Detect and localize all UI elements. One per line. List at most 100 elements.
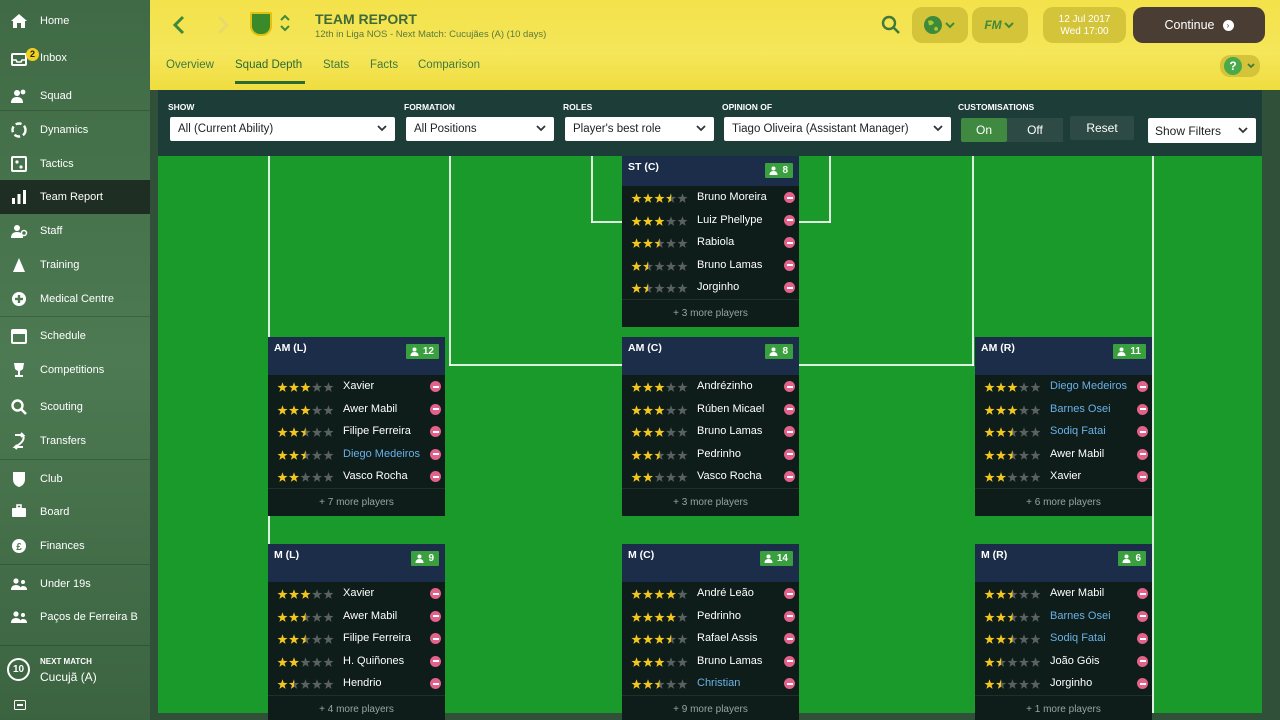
- remove-icon[interactable]: [784, 448, 795, 460]
- remove-icon[interactable]: [430, 381, 441, 392]
- sidebar-item-under-19s[interactable]: Under 19s: [0, 567, 150, 601]
- chevron-updown-icon[interactable]: [279, 12, 291, 34]
- remove-icon[interactable]: [430, 448, 441, 460]
- player-row[interactable]: Bruno Moreira: [622, 186, 799, 209]
- player-row[interactable]: André Leão: [622, 582, 799, 605]
- player-row[interactable]: Awer Mabil: [975, 582, 1152, 605]
- player-row[interactable]: Diego Medeiros: [268, 443, 445, 466]
- player-name[interactable]: Bruno Lamas: [697, 425, 762, 437]
- player-name[interactable]: Hendrio: [343, 677, 382, 689]
- more-players-link[interactable]: + 6 more players: [975, 487, 1152, 516]
- tab-overview[interactable]: Overview: [166, 59, 214, 71]
- show-filters-button[interactable]: Show Filters: [1148, 118, 1256, 143]
- player-name[interactable]: Pedrinho: [697, 448, 741, 460]
- player-row[interactable]: Bruno Lamas: [622, 420, 799, 443]
- remove-icon[interactable]: [784, 633, 795, 645]
- remove-icon[interactable]: [784, 403, 795, 415]
- player-name[interactable]: Barnes Osei: [1050, 610, 1111, 622]
- player-name[interactable]: Rúben Micael: [697, 403, 764, 415]
- player-row[interactable]: Hendrio: [268, 672, 445, 695]
- remove-icon[interactable]: [430, 633, 441, 645]
- player-name[interactable]: Sodiq Fatai: [1050, 632, 1106, 644]
- player-row[interactable]: Luiz Phellype: [622, 209, 799, 232]
- more-players-link[interactable]: + 4 more players: [268, 694, 445, 720]
- player-row[interactable]: Andrézinho: [622, 375, 799, 398]
- player-row[interactable]: Bruno Lamas: [622, 254, 799, 277]
- sidebar-item-board[interactable]: Board: [0, 495, 150, 529]
- reset-button[interactable]: Reset: [1070, 116, 1134, 140]
- player-row[interactable]: Rabiola: [622, 231, 799, 254]
- tab-stats[interactable]: Stats: [323, 59, 349, 71]
- position-card-am-l[interactable]: AM (L) 12 Xavier Awer Mabil Filipe Ferreira D…: [268, 337, 445, 516]
- remove-icon[interactable]: [784, 381, 795, 392]
- remove-icon[interactable]: [784, 588, 795, 599]
- player-name[interactable]: Andrézinho: [697, 380, 753, 392]
- remove-icon[interactable]: [784, 426, 795, 438]
- position-card-st-c[interactable]: ST (C) 8 Bruno Moreira Luiz Phellype Rabiola…: [622, 156, 799, 327]
- sidebar-item-transfers[interactable]: Transfers: [0, 424, 150, 458]
- player-row[interactable]: Awer Mabil: [268, 605, 445, 628]
- sidebar-item-club[interactable]: Club: [0, 462, 150, 496]
- remove-icon[interactable]: [784, 259, 795, 271]
- player-name[interactable]: Rabiola: [697, 236, 734, 248]
- player-name[interactable]: Awer Mabil: [343, 403, 397, 415]
- remove-icon[interactable]: [1137, 426, 1148, 438]
- position-card-m-c[interactable]: M (C) 14 André Leão Pedrinho Rafael Assis Bru…: [622, 544, 799, 720]
- sidebar-item-training[interactable]: Training: [0, 248, 150, 282]
- tab-facts[interactable]: Facts: [370, 59, 398, 71]
- position-card-m-l[interactable]: M (L) 9 Xavier Awer Mabil Filipe Ferreira H. …: [268, 544, 445, 720]
- player-row[interactable]: Filipe Ferreira: [268, 627, 445, 650]
- player-row[interactable]: Christian: [622, 672, 799, 695]
- player-name[interactable]: Xavier: [1050, 470, 1081, 482]
- customisations-off-toggle[interactable]: Off: [1007, 118, 1063, 142]
- keyboard-icon[interactable]: [14, 700, 26, 710]
- sidebar-item-inbox[interactable]: 2 Inbox: [0, 41, 150, 75]
- formation-select[interactable]: All Positions: [406, 117, 554, 141]
- remove-icon[interactable]: [430, 588, 441, 599]
- more-players-link[interactable]: + 7 more players: [268, 487, 445, 516]
- player-name[interactable]: Xavier: [343, 380, 374, 392]
- sidebar-item-dynamics[interactable]: Dynamics: [0, 113, 150, 147]
- player-name[interactable]: Awer Mabil: [1050, 587, 1104, 599]
- remove-icon[interactable]: [784, 655, 795, 667]
- player-row[interactable]: Jorginho: [622, 276, 799, 299]
- player-name[interactable]: Vasco Rocha: [697, 470, 762, 482]
- player-row[interactable]: H. Quiñones: [268, 650, 445, 673]
- player-row[interactable]: Vasco Rocha: [622, 465, 799, 488]
- player-name[interactable]: Luiz Phellype: [697, 214, 762, 226]
- remove-icon[interactable]: [784, 610, 795, 622]
- remove-icon[interactable]: [1137, 678, 1148, 690]
- remove-icon[interactable]: [784, 282, 795, 294]
- player-row[interactable]: Sodiq Fatai: [975, 627, 1152, 650]
- player-row[interactable]: Jorginho: [975, 672, 1152, 695]
- player-name[interactable]: Sodiq Fatai: [1050, 425, 1106, 437]
- position-card-am-c[interactable]: AM (C) 8 Andrézinho Rúben Micael Bruno Lamas…: [622, 337, 799, 516]
- player-row[interactable]: Awer Mabil: [975, 443, 1152, 466]
- player-row[interactable]: Xavier: [268, 582, 445, 605]
- sidebar-item-finances[interactable]: £ Finances: [0, 529, 150, 563]
- player-row[interactable]: Rúben Micael: [622, 398, 799, 421]
- player-row[interactable]: Pedrinho: [622, 443, 799, 466]
- remove-icon[interactable]: [430, 678, 441, 690]
- player-name[interactable]: Bruno Moreira: [697, 191, 767, 203]
- remove-icon[interactable]: [430, 610, 441, 622]
- more-players-link[interactable]: + 1 more players: [975, 694, 1152, 720]
- player-name[interactable]: Jorginho: [1050, 677, 1092, 689]
- player-row[interactable]: Awer Mabil: [268, 398, 445, 421]
- remove-icon[interactable]: [1137, 403, 1148, 415]
- player-name[interactable]: Filipe Ferreira: [343, 425, 411, 437]
- more-players-link[interactable]: + 3 more players: [622, 298, 799, 327]
- show-select[interactable]: All (Current Ability): [170, 117, 395, 141]
- back-arrow-icon[interactable]: [168, 13, 190, 37]
- remove-icon[interactable]: [784, 192, 795, 203]
- player-name[interactable]: João Góis: [1050, 655, 1100, 667]
- player-name[interactable]: Filipe Ferreira: [343, 632, 411, 644]
- forward-arrow-icon[interactable]: [212, 13, 234, 37]
- sidebar-item-tactics[interactable]: Tactics: [0, 147, 150, 181]
- player-name[interactable]: Diego Medeiros: [1050, 380, 1127, 392]
- sidebar-item-squad[interactable]: Squad: [0, 79, 150, 113]
- remove-icon[interactable]: [430, 403, 441, 415]
- help-button[interactable]: ?: [1220, 55, 1260, 77]
- sidebar-item-staff[interactable]: Staff: [0, 214, 150, 248]
- remove-icon[interactable]: [1137, 655, 1148, 667]
